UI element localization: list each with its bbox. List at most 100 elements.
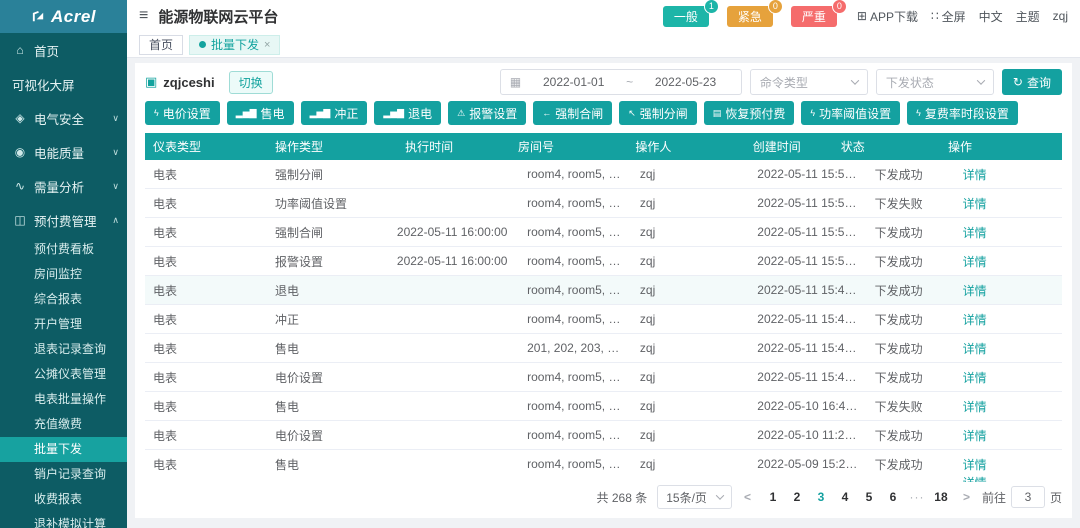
detail-link[interactable]: 详情 <box>963 284 987 298</box>
sidebar-item[interactable]: ⌂ 首页 <box>0 33 127 67</box>
tab-close-icon[interactable]: × <box>264 39 270 51</box>
toolbar-button[interactable]: ϟ 复费率时段设置 <box>907 101 1018 125</box>
cell-created-time: 2022-05-11 15:52:29 <box>757 225 867 239</box>
page-number[interactable]: 2 <box>787 490 807 504</box>
detail-link[interactable]: 详情 <box>963 313 987 327</box>
detail-link[interactable]: 详情 <box>963 197 987 211</box>
page-number[interactable]: 1 <box>763 490 783 504</box>
sidebar-subitem[interactable]: 公摊仪表管理 <box>0 362 127 387</box>
toolbar-button[interactable]: ← 强制合闸 <box>533 101 613 125</box>
arrow-close-icon: ← <box>542 107 552 118</box>
header-link[interactable]: 主题 <box>1016 8 1040 25</box>
prev-page-button[interactable]: < <box>742 490 753 504</box>
header-link-label: 全屏 <box>941 9 966 24</box>
chevron-icon: ∨ <box>112 112 119 123</box>
cell-exec-time: 2022-05-11 16:00:00 <box>396 254 508 268</box>
cell-action: 详情 <box>955 224 1062 241</box>
sidebar-subitem[interactable]: 房间监控 <box>0 262 127 287</box>
cell-created-time: 2022-05-09 15:26:30 <box>757 457 867 471</box>
sidebar-subitem[interactable]: 退表记录查询 <box>0 337 127 362</box>
detail-link[interactable]: 详情 <box>963 255 987 269</box>
detail-link[interactable]: 详情 <box>963 371 987 385</box>
cell-room-numbers: room4, room5, room6, room... <box>527 283 632 297</box>
detail-link[interactable]: 详情 <box>963 458 987 472</box>
toolbar-button[interactable]: ϟ 功率阈值设置 <box>801 101 901 125</box>
header-link[interactable]: 中文 <box>979 8 1003 25</box>
start-date-value[interactable]: 2022-01-01 <box>527 75 620 89</box>
sidebar-subitem[interactable]: 退补模拟计算 <box>0 512 127 528</box>
alarm-button[interactable]: 严重 0 <box>790 0 847 27</box>
sidebar-item[interactable]: ◫ 预付费管理 ∧ <box>0 203 127 237</box>
switch-project-button[interactable]: 切换 <box>228 70 273 94</box>
page-number[interactable]: 18 <box>931 490 951 504</box>
dispatch-status-select[interactable]: 下发状态 <box>875 69 994 95</box>
next-page-button[interactable]: > <box>961 490 972 504</box>
detail-link[interactable]: 详情 <box>963 342 987 356</box>
tab-label: 首页 <box>149 38 174 52</box>
tab[interactable]: 首页 × <box>139 34 184 55</box>
table-row: 电表 强制分闸 room4, room5, room6, room... zqj… <box>145 160 1062 189</box>
end-date-value[interactable]: 2022-05-23 <box>639 75 732 89</box>
detail-link[interactable]: 详情 <box>963 168 987 182</box>
alarm-button[interactable]: 一般 1 <box>662 0 719 27</box>
date-range-picker[interactable]: ▦ 2022-01-01 ~ 2022-05-23 <box>499 69 742 95</box>
sidebar-subitem[interactable]: 收费报表 <box>0 487 127 512</box>
header-link-label: APP下载 <box>869 9 918 24</box>
project-selector: ▣ zqjceshi 切换 <box>145 70 273 94</box>
sidebar-item-label: 首页 <box>34 44 60 59</box>
sidebar-subitem[interactable]: 预付费看板 <box>0 237 127 262</box>
column-header: 执行时间 <box>405 140 454 154</box>
header-link[interactable]: ⊞ APP下载 <box>857 8 918 25</box>
sidebar-subitem-label: 综合报表 <box>34 292 83 306</box>
cell-action: 详情 <box>955 369 1062 386</box>
collapse-menu-icon[interactable]: ≡ <box>139 8 148 24</box>
chart-icon: ▂▅▇ <box>235 107 257 118</box>
page-number[interactable]: 5 <box>859 490 879 504</box>
cell-created-time: 2022-05-11 15:51:07 <box>757 254 867 268</box>
sidebar-item[interactable]: ◈ 电气安全 ∨ <box>0 101 127 135</box>
cell-operation-type: 售电 <box>274 457 299 472</box>
sidebar-item[interactable]: 可视化大屏 <box>0 67 127 101</box>
page-number[interactable]: ··· <box>907 490 927 504</box>
tab[interactable]: 批量下发 × <box>189 34 281 55</box>
header-link[interactable]: ∷ 全屏 <box>931 8 966 25</box>
toolbar-button[interactable]: ↖ 强制分闸 <box>619 101 697 125</box>
alarm-badge: 0 <box>831 0 847 14</box>
sidebar-subitem[interactable]: 批量下发 <box>0 437 127 462</box>
toolbar-button[interactable]: ▂▅▇ 售电 <box>226 101 294 125</box>
toolbar-button[interactable]: ▤ 恢复预付费 <box>703 101 795 125</box>
cell-room-numbers: room4, room5, room6, room... <box>527 225 632 239</box>
cell-action: 详情 <box>955 456 1062 473</box>
cell-created-time: 2022-05-11 15:44:05 <box>757 370 867 384</box>
toolbar-button[interactable]: ⚠ 报警设置 <box>448 101 527 125</box>
table-row-clipped: 详情 <box>145 474 1062 482</box>
cell-room-numbers: room4, room5, room6, room... <box>527 196 632 210</box>
page-number[interactable]: 6 <box>883 490 903 504</box>
sidebar-subitem[interactable]: 充值缴费 <box>0 412 127 437</box>
sidebar-item[interactable]: ∿ 需量分析 ∨ <box>0 169 127 203</box>
sidebar-subitem[interactable]: 销户记录查询 <box>0 462 127 487</box>
jump-page-input[interactable] <box>1010 486 1045 508</box>
cell-operation-type: 电价设置 <box>274 428 323 443</box>
query-button[interactable]: ↻ 查询 <box>1001 69 1062 95</box>
sidebar-subitem[interactable]: 开户管理 <box>0 312 127 337</box>
table-row: 电表 退电 room4, room5, room6, room... zqj 2… <box>145 276 1062 305</box>
detail-link[interactable]: 详情 <box>963 429 987 443</box>
sidebar: Acrel ⌂ 首页 可视化大屏 ◈ 电气安全 ∨ ◉ 电能质量 ∨ ∿ 需量分… <box>0 0 127 528</box>
toolbar-button[interactable]: ϟ 电价设置 <box>145 101 220 125</box>
alarm-button[interactable]: 紧急 0 <box>726 0 783 27</box>
page-size-select[interactable]: 15条/页 <box>657 485 732 509</box>
page-number[interactable]: 4 <box>835 490 855 504</box>
toolbar-button[interactable]: ▂▅▇ 退电 <box>374 101 442 125</box>
sidebar-subitem-label: 充值缴费 <box>34 417 83 431</box>
toolbar-button[interactable]: ▂▅▇ 冲正 <box>300 101 368 125</box>
command-type-select[interactable]: 命令类型 <box>749 69 868 95</box>
detail-link[interactable]: 详情 <box>963 400 987 414</box>
sidebar-subitem[interactable]: 综合报表 <box>0 287 127 312</box>
sidebar-item[interactable]: ◉ 电能质量 ∨ <box>0 135 127 169</box>
sidebar-subitem[interactable]: 电表批量操作 <box>0 387 127 412</box>
toolbar-button-label: 电价设置 <box>162 106 211 121</box>
header-link[interactable]: zqj <box>1053 9 1068 23</box>
detail-link[interactable]: 详情 <box>963 226 987 240</box>
page-number[interactable]: 3 <box>811 490 831 504</box>
